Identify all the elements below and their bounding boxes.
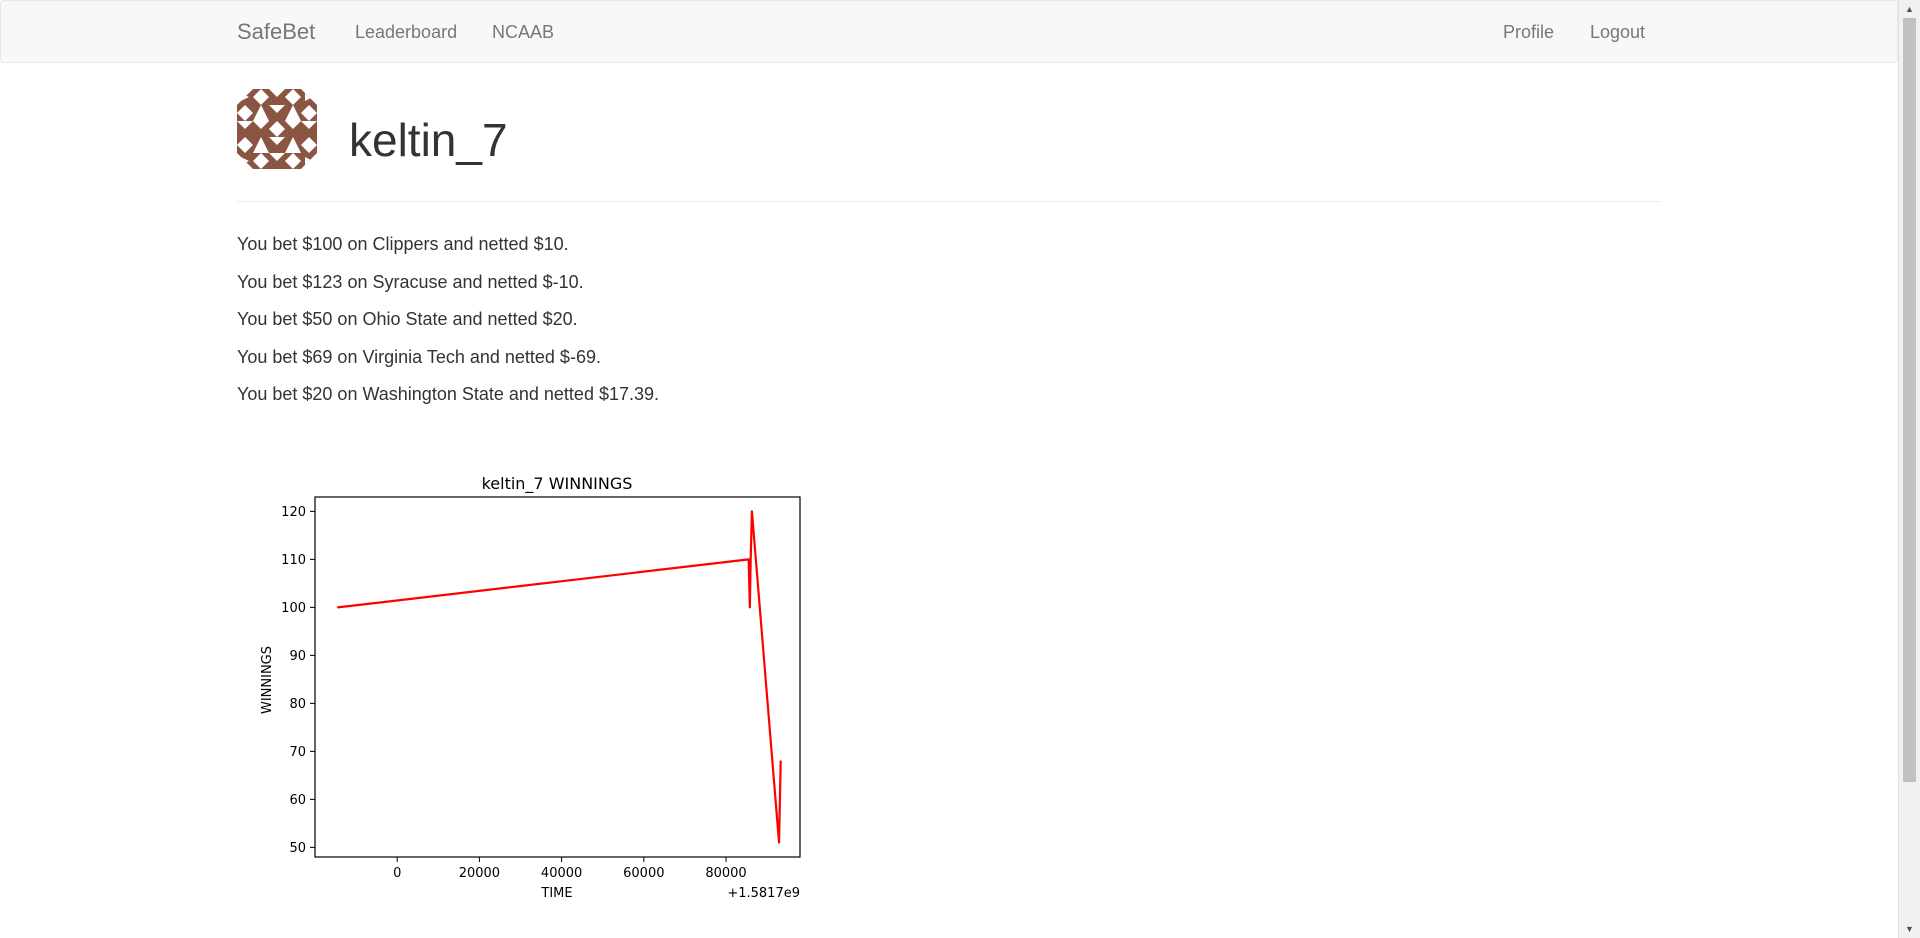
chart-y-axis-label: WINNINGS: [260, 646, 275, 714]
bet-history-item: You bet $123 on Syracuse and netted $-10…: [237, 271, 584, 292]
profile-username: keltin_7: [349, 114, 508, 166]
chart-y-tick-label: 60: [289, 793, 306, 808]
chart-data-point: [336, 606, 339, 609]
scroll-up-arrow-icon[interactable]: ▲: [1899, 0, 1920, 18]
nav-link-leaderboard[interactable]: Leaderboard: [355, 22, 457, 43]
chart-title: keltin_7 WINNINGS: [482, 474, 633, 494]
brand-link[interactable]: SafeBet: [237, 19, 315, 45]
navbar: SafeBet Leaderboard NCAAB Profile Logout: [0, 0, 1898, 63]
chart-y-tick-label: 120: [281, 505, 306, 520]
page: SafeBet Leaderboard NCAAB Profile Logout…: [0, 0, 1920, 938]
vertical-scrollbar[interactable]: ▲ ▼: [1898, 0, 1920, 938]
chart-data-point: [778, 841, 780, 844]
chart-y-tick-label: 90: [289, 649, 306, 664]
chart-x-axis-label: TIME: [540, 886, 572, 901]
nav-link-ncaab[interactable]: NCAAB: [492, 22, 554, 43]
bet-history-item: You bet $69 on Virginia Tech and netted …: [237, 346, 601, 367]
scroll-thumb[interactable]: [1903, 18, 1916, 782]
chart-x-tick-label: 60000: [623, 866, 664, 881]
bet-history-item: You bet $20 on Washington State and nett…: [237, 384, 660, 404]
scroll-down-arrow-icon[interactable]: ▼: [1899, 920, 1920, 938]
chart-x-tick-label: 20000: [459, 866, 500, 881]
nav-link-logout[interactable]: Logout: [1590, 22, 1645, 43]
chart-x-tick-label: 40000: [541, 866, 582, 881]
nav-link-profile[interactable]: Profile: [1503, 22, 1554, 43]
chart-x-tick-label: 80000: [705, 866, 746, 881]
chart-x-offset-label: +1.5817e9: [727, 886, 800, 901]
winnings-chart: keltin_7 WINNINGS WINNINGS TIME +1.5817e…: [260, 474, 801, 901]
chart-data-point: [749, 558, 752, 561]
chart-plot-frame: [314, 496, 801, 858]
chart-data-point: [747, 558, 750, 561]
chart-data-point: [779, 760, 782, 762]
bet-history-item: You bet $50 on Ohio State and netted $20…: [237, 309, 578, 329]
header-divider: [237, 201, 1661, 202]
chart-y-tick-label: 80: [289, 697, 306, 712]
chart-data-point: [749, 606, 751, 609]
chart-y-tick-label: 100: [281, 601, 306, 616]
chart-y-tick-label: 50: [289, 841, 306, 856]
identicon-avatar-icon: [237, 89, 317, 169]
bet-history-item: You bet $100 on Clippers and netted $10.: [237, 234, 569, 254]
chart-series-line: [337, 510, 782, 844]
chart-x-tick-label: 0: [393, 866, 401, 881]
bet-history-list: You bet $100 on Clippers and netted $10.…: [237, 226, 1437, 414]
chart-data-point: [751, 510, 753, 513]
chart-y-tick-label: 70: [289, 745, 306, 760]
chart-y-tick-label: 110: [281, 553, 306, 568]
